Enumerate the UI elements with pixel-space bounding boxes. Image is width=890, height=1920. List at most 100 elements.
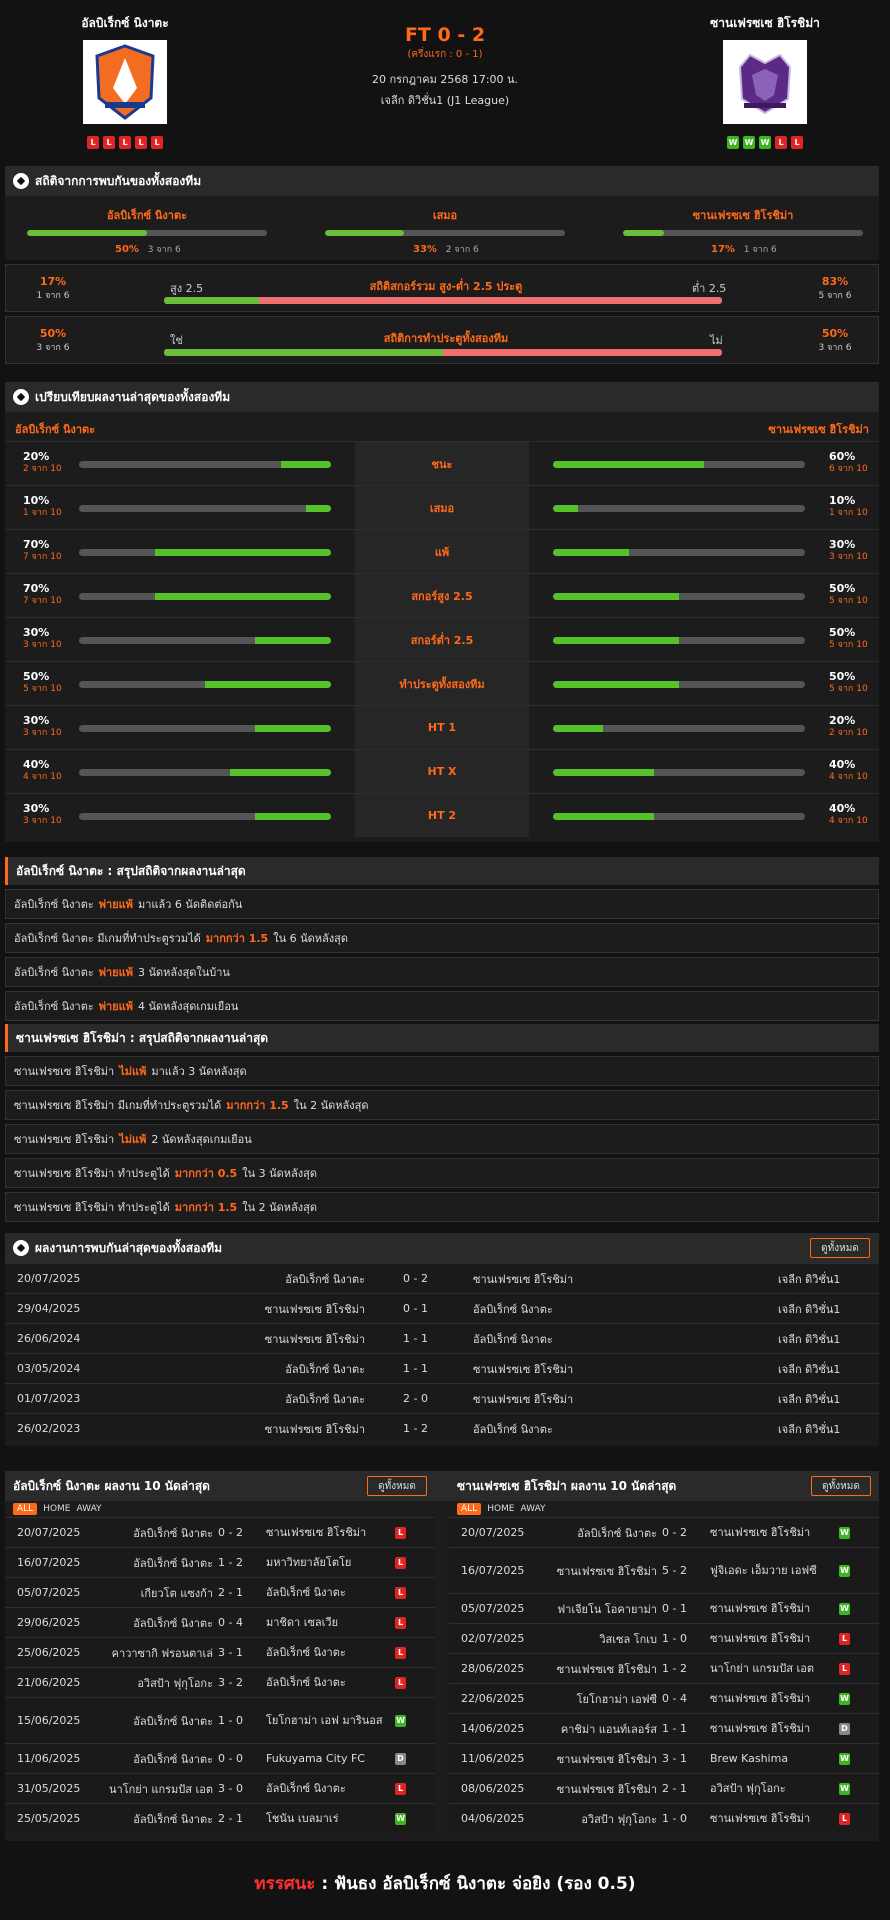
- result-away: อัลบิเร็กซ์ นิงาตะ: [473, 1302, 553, 1316]
- h2h-result-row[interactable]: 20/07/2025 อัลบิเร็กซ์ นิงาตะ 0 - 2 ซานเฟรซ…: [5, 1263, 879, 1292]
- match-score: 0 - 0: [218, 1752, 243, 1765]
- compare-home-pct: 70% 7 จาก 10: [23, 539, 73, 563]
- view-all-away-button[interactable]: ดูทั้งหมด: [811, 1476, 871, 1496]
- compare-away-sub: 4 จาก 10: [829, 772, 868, 782]
- match-date: 31/05/2025: [17, 1782, 81, 1795]
- filter-tab-away[interactable]: AWAY: [521, 1504, 546, 1514]
- result-badge: L: [395, 1616, 406, 1629]
- summary-row: ซานเฟรซเซ ฮิโรชิม่า ไม่แพ้ 2 นัดหลังสุดเกม…: [5, 1124, 879, 1154]
- last-match-row[interactable]: 20/07/2025 อัลบิเร็กซ์ นิงาตะ 0 - 2 ซานเฟรซ…: [5, 1517, 435, 1546]
- match-date: 14/06/2025: [461, 1722, 525, 1735]
- compare-home: 10% 1 จาก 10: [5, 486, 355, 529]
- last-match-row[interactable]: 02/07/2025 วิสเซล โกเบ 1 - 0 ซานเฟรซเซ ฮิโร…: [449, 1623, 879, 1652]
- view-all-home-button[interactable]: ดูทั้งหมด: [367, 1476, 427, 1496]
- match-date: 21/06/2025: [17, 1676, 81, 1689]
- h2h-results-header: ผลงานการพบกันล่าสุดของทั้งสองทีม: [5, 1233, 879, 1263]
- last-match-row[interactable]: 25/06/2025 คาวาซากิ ฟรอนตาเล่ 3 - 1 อัลบิเร…: [5, 1637, 435, 1666]
- compare-home-pct: 10% 1 จาก 10: [23, 495, 73, 519]
- ou-title: สถิติสกอร์รวม สูง-ต่ำ 2.5 ประตู: [369, 280, 523, 293]
- match-away: อัลบิเร็กซ์ นิงาตะ: [266, 1782, 346, 1795]
- match-date: 02/07/2025: [461, 1632, 525, 1645]
- last-match-row[interactable]: 11/06/2025 อัลบิเร็กซ์ นิงาตะ 0 - 0 Fukuyam…: [5, 1743, 435, 1772]
- last-match-row[interactable]: 20/07/2025 อัลบิเร็กซ์ นิงาตะ 0 - 2 ซานเฟรซ…: [449, 1517, 879, 1546]
- compare-row: 40% 4 จาก 10 HT X 40% 4 จาก 10: [5, 749, 879, 793]
- h2h-stat-label: อัลบิเร็กซ์ นิงาตะ: [106, 209, 188, 222]
- last-match-row[interactable]: 28/06/2025 ซานเฟรซเซ ฮิโรชิม่า 1 - 2 นาโกย่…: [449, 1653, 879, 1682]
- filter-tab-all[interactable]: ALL: [13, 1503, 38, 1515]
- compare-away-pct: 30% 3 จาก 10: [829, 539, 879, 563]
- match-score: 3 - 1: [218, 1646, 243, 1659]
- match-result: L: [839, 1804, 850, 1833]
- filter-tab-all[interactable]: ALL: [457, 1503, 482, 1515]
- h2h-result-row[interactable]: 29/04/2025 ซานเฟรซเซ ฮิโรชิม่า 0 - 1 อัลบิเ…: [5, 1293, 879, 1322]
- compare-home-sub: 1 จาก 10: [23, 508, 62, 518]
- filter-tab-away[interactable]: AWAY: [77, 1504, 102, 1514]
- match-date: 05/07/2025: [461, 1602, 525, 1615]
- summary-detail: ใน 2 นัดหลังสุด: [293, 1099, 369, 1112]
- match-away: อัลบิเร็กซ์ นิงาตะ: [266, 1646, 346, 1659]
- section-title: ผลงานการพบกันล่าสุดของทั้งสองทีม: [35, 1240, 223, 1255]
- last-match-row[interactable]: 05/07/2025 เกียวโต แซงก้า 2 - 1 อัลบิเร็กซ์…: [5, 1577, 435, 1606]
- h2h-result-row[interactable]: 26/06/2024 ซานเฟรซเซ ฮิโรชิม่า 1 - 1 อัลบิเ…: [5, 1323, 879, 1352]
- compare-row: 30% 3 จาก 10 HT 2 40% 4 จาก 10: [5, 793, 879, 837]
- match-away: โชนัน เบลมาเร่: [266, 1812, 339, 1825]
- filter-tab-home[interactable]: HOME: [487, 1504, 514, 1514]
- compare-home-name: อัลบิเร็กซ์ นิงาตะ: [15, 423, 96, 436]
- compare-row: 20% 2 จาก 10 ชนะ 60% 6 จาก 10: [5, 441, 879, 485]
- summary-subject: อัลบิเร็กซ์ นิงาตะ: [14, 1000, 94, 1013]
- compare-away: 20% 2 จาก 10: [529, 706, 879, 749]
- score-block: FT 0 - 2 (ครึ่งแรก : 0 - 1) 20 กรกฎาคม 2…: [345, 24, 545, 109]
- result-date: 26/02/2023: [17, 1422, 81, 1435]
- h2h-stat-sub: 1 จาก 6: [740, 245, 777, 255]
- match-away: อัลบิเร็กซ์ นิงาตะ: [266, 1676, 346, 1689]
- result-date: 01/07/2023: [17, 1392, 81, 1405]
- over-sub: 1 จาก 6: [36, 291, 70, 301]
- h2h-result-row[interactable]: 26/02/2023 ซานเฟรซเซ ฮิโรชิม่า 1 - 2 อัลบิเ…: [5, 1413, 879, 1442]
- last-match-row[interactable]: 21/06/2025 อวิสป้า ฟุกุโอกะ 3 - 2 อัลบิเร็ก…: [5, 1667, 435, 1696]
- away-team[interactable]: ซานเฟรซเซ ฮิโรชิม่า WWWLL: [655, 14, 875, 149]
- summary-subject: ซานเฟรซเซ ฮิโรชิม่า ทำประตูได้: [14, 1167, 170, 1180]
- home-team[interactable]: อัลบิเร็กซ์ นิงาตะ LLLLL: [15, 14, 235, 149]
- view-all-h2h-button[interactable]: ดูทั้งหมด: [810, 1238, 870, 1258]
- last-match-row[interactable]: 29/06/2025 อัลบิเร็กซ์ นิงาตะ 0 - 4 มาชิดา …: [5, 1607, 435, 1636]
- last-match-row[interactable]: 11/06/2025 ซานเฟรซเซ ฮิโรชิม่า 3 - 1 Brew K…: [449, 1743, 879, 1772]
- last-match-row[interactable]: 31/05/2025 นาโกย่า แกรมปัส เอต 3 - 0 อัลบิเ…: [5, 1773, 435, 1802]
- last-match-row[interactable]: 22/06/2025 โยโกฮาม่า เอฟซี 0 - 4 ซานเฟรซเซ …: [449, 1683, 879, 1712]
- last-match-row[interactable]: 14/06/2025 คาชิม่า แอนท์เลอร์ส 1 - 1 ซานเฟร…: [449, 1713, 879, 1742]
- match-away: ซานเฟรซเซ ฮิโรชิม่า: [710, 1632, 811, 1645]
- match-away: มาชิดา เซลเวีย: [266, 1616, 339, 1629]
- summary-row: ซานเฟรซเซ ฮิโรชิม่า ทำประตูได้ มากกว่า 0.…: [5, 1158, 879, 1188]
- compare-away-sub: 5 จาก 10: [829, 684, 868, 694]
- match-home: อัลบิเร็กซ์ นิงาตะ: [133, 1752, 213, 1766]
- h2h-result-row[interactable]: 01/07/2023 อัลบิเร็กซ์ นิงาตะ 2 - 0 ซานเฟรซ…: [5, 1383, 879, 1412]
- last-match-row[interactable]: 16/07/2025 ซานเฟรซเซ ฮิโรชิม่า 5 - 2 ฟูจิเอ…: [449, 1547, 879, 1592]
- match-score: 3 - 1: [662, 1752, 687, 1765]
- last-match-row[interactable]: 04/06/2025 อวิสป้า ฟุกุโอกะ 1 - 0 ซานเฟรซเซ…: [449, 1803, 879, 1832]
- result-home: ซานเฟรซเซ ฮิโรชิม่า: [264, 1332, 365, 1346]
- match-home: คาวาซากิ ฟรอนตาเล่: [111, 1646, 213, 1660]
- result-badge: L: [839, 1632, 850, 1645]
- match-home: คาชิม่า แอนท์เลอร์ส: [560, 1722, 657, 1736]
- result-away: อัลบิเร็กซ์ นิงาตะ: [473, 1332, 553, 1346]
- summary-highlight: มากกว่า 0.5: [174, 1167, 238, 1180]
- compare-away-sub: 4 จาก 10: [829, 816, 868, 826]
- compare-away: 50% 5 จาก 10: [529, 618, 879, 661]
- form-badge: L: [87, 136, 99, 149]
- summary-subject: อัลบิเร็กซ์ นิงาตะ มีเกมที่ทำประตูรวมได้: [14, 932, 201, 945]
- last-match-row[interactable]: 08/06/2025 ซานเฟรซเซ ฮิโรชิม่า 2 - 1 อวิสป้…: [449, 1773, 879, 1802]
- last-match-row[interactable]: 15/06/2025 อัลบิเร็กซ์ นิงาตะ 1 - 0 โยโกฮาม…: [5, 1697, 435, 1742]
- compare-row: 10% 1 จาก 10 เสมอ 10% 1 จาก 10: [5, 485, 879, 529]
- result-home: ซานเฟรซเซ ฮิโรชิม่า: [264, 1422, 365, 1436]
- last-match-row[interactable]: 16/07/2025 อัลบิเร็กซ์ นิงาตะ 1 - 2 มหาวิทย…: [5, 1547, 435, 1576]
- compare-away-name: ซานเฟรซเซ ฮิโรชิม่า: [768, 423, 869, 436]
- summary-highlight: ไม่แพ้: [119, 1065, 147, 1078]
- last-match-row[interactable]: 05/07/2025 ฟาเจียโน โอคายาม่า 0 - 1 ซานเฟรซ…: [449, 1593, 879, 1622]
- over-tag: สูง 2.5: [170, 282, 204, 295]
- match-result: W: [395, 1698, 406, 1743]
- summary-subject: อัลบิเร็กซ์ นิงาตะ: [14, 898, 94, 911]
- result-league: เจลีก ดิวิชั่น1: [778, 1302, 841, 1316]
- home-team-logo: [83, 40, 167, 124]
- filter-tab-home[interactable]: HOME: [43, 1504, 70, 1514]
- h2h-result-row[interactable]: 03/05/2024 อัลบิเร็กซ์ นิงาตะ 1 - 1 ซานเฟรซ…: [5, 1353, 879, 1382]
- last-match-row[interactable]: 25/05/2025 อัลบิเร็กซ์ นิงาตะ 2 - 1 โชนัน เ…: [5, 1803, 435, 1832]
